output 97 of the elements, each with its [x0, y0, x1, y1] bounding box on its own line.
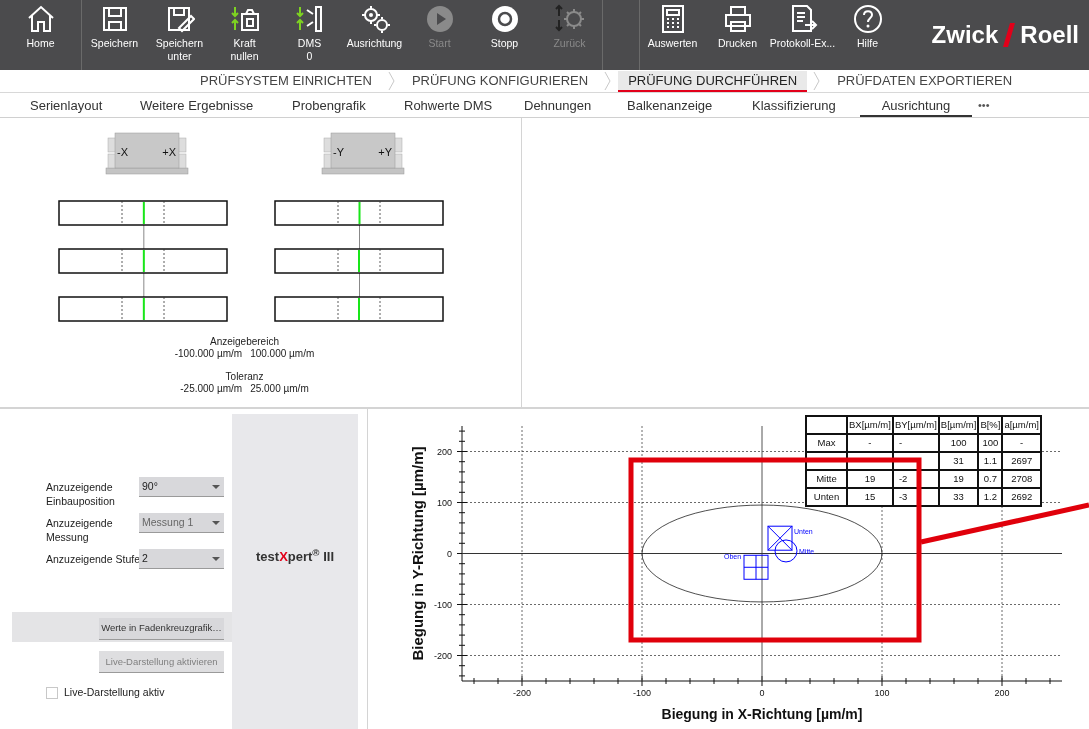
table-cell: 19: [938, 470, 979, 488]
tab[interactable]: Ausrichtung: [860, 95, 972, 118]
tab[interactable]: Klassifizierung: [752, 94, 836, 117]
table-cell: 1.2: [978, 488, 1003, 506]
workflow-step[interactable]: PRÜFUNG KONFIGURIEREN: [401, 70, 599, 92]
table-cell: 33: [938, 488, 979, 506]
toolbar-button[interactable]: Ausrichtung: [342, 0, 407, 70]
tab[interactable]: Weitere Ergebnisse: [140, 94, 254, 117]
axis-label: +X: [161, 146, 176, 158]
range-value: 25.000 µm/m: [250, 383, 309, 395]
stop-icon: [489, 4, 520, 34]
tab[interactable]: Rohwerte DMS: [404, 94, 493, 117]
range-value: -100.000 µm/m: [174, 348, 243, 360]
chevron-icon: [604, 71, 613, 91]
brand-text: testXpert$^{®}$ III: [256, 546, 334, 566]
printer-icon: [722, 4, 753, 34]
toolbar-button[interactable]: DMS 0: [277, 0, 342, 70]
workflow-step[interactable]: PRÜFSYSTEM EINRICHTEN: [190, 70, 382, 92]
table-cell: 2697: [1002, 452, 1041, 470]
checkbox[interactable]: [46, 687, 58, 700]
column-header: a[µm/m]: [1002, 416, 1041, 434]
table-cell: -: [1002, 434, 1041, 452]
axis-label: -Y: [332, 146, 344, 158]
table-cell: -: [892, 434, 939, 452]
range-title: Anzeigebereich: [210, 336, 279, 348]
table-cell: 31: [938, 452, 979, 470]
chevron-icon: [387, 71, 396, 91]
row-header: Unten: [806, 488, 847, 506]
table-cell: 1.1: [978, 452, 1003, 470]
field-label: Anzuzeigende Einbauposition: [46, 480, 116, 508]
column-header: B[%]: [978, 416, 1003, 434]
tab[interactable]: Balkenanzeige: [627, 94, 713, 117]
toolbar-button[interactable]: Hilfe: [835, 0, 900, 70]
tab[interactable]: Probengrafik: [292, 94, 366, 117]
row-header: Max: [806, 434, 847, 452]
table-cell: 15: [847, 488, 893, 506]
toolbar-button[interactable]: Speichern unter: [147, 0, 212, 70]
axis-label: -X: [116, 146, 128, 158]
chevron-icon: [813, 71, 822, 91]
tab[interactable]: Serienlayout: [30, 94, 103, 117]
toolbar-button[interactable]: Auswerten: [640, 0, 705, 70]
tick-label: 200: [436, 446, 452, 457]
gears-icon: [359, 4, 390, 34]
tick-label: -100: [434, 599, 452, 610]
more-tabs-button[interactable]: •••: [978, 96, 990, 114]
tick-label: 0: [759, 688, 765, 698]
field-label: Anzuzeigende Messung: [46, 516, 114, 544]
workflow-step[interactable]: PRÜFUNG DURCHFÜHREN: [618, 70, 808, 92]
toolbar-button[interactable]: Drucken: [705, 0, 770, 70]
caret-icon: [211, 519, 221, 526]
field-label: Anzuzeigende Stufe: [46, 552, 139, 566]
column-header: BX[µm/m]: [847, 416, 893, 434]
logo-text: Roell: [1020, 20, 1079, 50]
tick-label: 100: [874, 688, 890, 698]
table-cell: -3: [892, 488, 939, 506]
workflow-step[interactable]: PRÜFDATEN EXPORTIEREN: [827, 70, 1023, 92]
table-cell: -: [847, 434, 893, 452]
scale-icon: [229, 4, 260, 34]
tick-label: 0: [447, 548, 452, 559]
dropdown[interactable]: 90°: [139, 477, 224, 497]
tick-label: -100: [633, 688, 651, 698]
action-button[interactable]: Werte in Fadenkreuzgrafik…: [99, 617, 224, 640]
table-cell: 2708: [1002, 470, 1041, 488]
caret-icon: [211, 555, 221, 562]
table-cell: 100: [978, 434, 1003, 452]
tick-label: -200: [434, 650, 452, 661]
column-header: B[µm/m]: [938, 416, 979, 434]
caret-icon: [211, 483, 221, 490]
table-cell: 100: [938, 434, 979, 452]
axis-title: Biegung in X-Richtung [µm/m]: [661, 706, 863, 722]
dms-icon: [294, 4, 325, 34]
table-cell: 19: [847, 470, 893, 488]
range-value: -25.000 µm/m: [180, 383, 243, 395]
tick-label: 100: [436, 497, 452, 508]
range-value: 100.000 µm/m: [250, 348, 315, 360]
axis-title: Biegung in Y-Richtung [µm/m]: [409, 446, 426, 661]
table-cell: 2692: [1002, 488, 1041, 506]
table-cell: -2: [892, 470, 939, 488]
row-header: Mitte: [806, 470, 847, 488]
logo-text: Zwick: [931, 20, 999, 50]
tick-label: -200: [513, 688, 531, 698]
toolbar-button[interactable]: Stopp: [472, 0, 537, 70]
axis-label: +Y: [377, 146, 392, 158]
toolbar-button[interactable]: Protokoll-Ex...: [770, 0, 835, 70]
tick-label: 200: [994, 688, 1010, 698]
checkbox-label: Live-Darstellung aktiv: [64, 685, 165, 701]
logo-slash-icon: [1002, 22, 1017, 48]
dropdown[interactable]: 2: [139, 549, 224, 569]
toolbar-button[interactable]: Speichern: [82, 0, 147, 70]
gear-arrows-icon: [554, 4, 585, 34]
range-title: Toleranz: [225, 371, 264, 383]
play-icon: [424, 4, 455, 34]
toolbar-button[interactable]: Kraft nullen: [212, 0, 277, 70]
table-cell: 0.7: [978, 470, 1003, 488]
column-header: BY[µm/m]: [892, 416, 939, 434]
help-icon: [852, 4, 883, 34]
tab[interactable]: Dehnungen: [524, 94, 592, 117]
